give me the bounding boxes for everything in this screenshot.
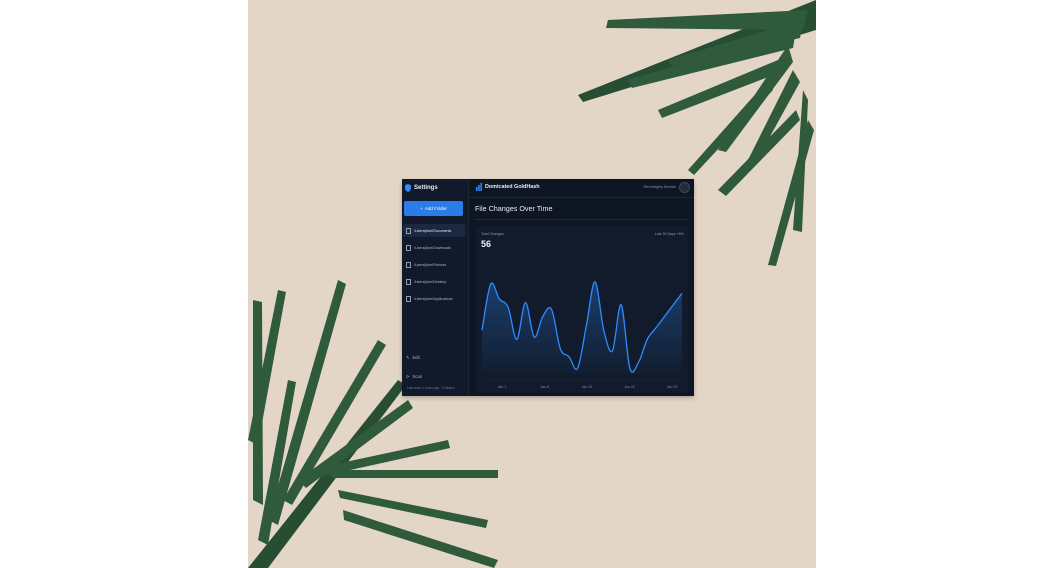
folder-item[interactable]: /Users/jdoe/Pictures	[403, 258, 465, 271]
app-name: Domicated GoldHash	[485, 184, 540, 190]
add-folder-label: Add Folder	[424, 206, 447, 211]
add-folder-button[interactable]: + Add Folder	[404, 201, 463, 216]
chart-card: Total Changes 56 Last 30 Days +8% Jan 1J…	[476, 226, 688, 393]
edit-label: Edit	[412, 354, 420, 360]
scan-button[interactable]: ⟳ Scan	[406, 372, 422, 380]
app-window: Settings + Add Folder /Users/jdoe/Docume…	[402, 179, 694, 396]
edit-button[interactable]: ✎ Edit	[406, 353, 420, 361]
folder-icon	[406, 295, 411, 302]
range-delta: +8%	[676, 232, 684, 236]
sidebar: Settings + Add Folder /Users/jdoe/Docume…	[402, 179, 469, 396]
x-tick-label: Jan 22	[624, 385, 635, 389]
pencil-icon: ✎	[406, 354, 410, 360]
scan-icon: ⟳	[406, 373, 410, 379]
folder-label: /Users/jdoe/Applications	[414, 296, 453, 301]
metric-label: Total Changes	[481, 232, 504, 236]
sidebar-header: Settings	[405, 182, 438, 194]
range-selector[interactable]: Last 30 Days +8%	[655, 232, 684, 236]
divider	[475, 219, 688, 220]
plus-icon: +	[420, 206, 423, 211]
line-chart: Jan 1 Jan 8 Jan 15 Jan 22 Jan 29	[481, 281, 683, 389]
top-bar: Domicated GoldHash File Integrity Monito…	[469, 179, 694, 198]
folder-icon	[406, 261, 411, 268]
folder-item[interactable]: /Users/jdoe/Documents	[403, 224, 465, 237]
x-tick-label: Jan 1	[498, 385, 507, 389]
folder-item[interactable]: /Users/jdoe/Desktop	[403, 275, 465, 288]
folder-label: /Users/jdoe/Documents	[414, 228, 452, 233]
folder-item[interactable]: /Users/jdoe/Applications	[403, 292, 465, 305]
folder-label: /Users/jdoe/Pictures	[414, 262, 447, 267]
chart-area-fill	[482, 281, 682, 374]
range-label: Last 30 Days	[654, 232, 676, 236]
x-tick-label: Jan 8	[540, 385, 549, 389]
folder-label: /Users/jdoe/Downloads	[414, 245, 451, 250]
folder-item[interactable]: /Users/jdoe/Downloads	[403, 241, 465, 254]
user-area[interactable]: File Integrity Monitor	[643, 181, 690, 193]
avatar[interactable]	[679, 181, 690, 193]
page-title: File Changes Over Time	[475, 204, 553, 213]
photo-backdrop: Settings + Add Folder /Users/jdoe/Docume…	[248, 0, 816, 568]
folder-icon	[406, 244, 411, 251]
x-tick-label: Jan 29	[667, 385, 678, 389]
folder-icon	[406, 227, 411, 234]
sidebar-title: Settings	[414, 185, 438, 191]
sidebar-footer: Last scan: 2 hours ago · 5 folders	[407, 386, 455, 390]
brand: Domicated GoldHash	[476, 181, 540, 193]
x-tick-label: Jan 15	[582, 385, 593, 389]
folder-icon	[406, 278, 411, 285]
user-status: File Integrity Monitor	[643, 185, 676, 189]
folder-label: /Users/jdoe/Desktop	[414, 279, 447, 284]
scan-label: Scan	[412, 373, 423, 379]
bar-chart-icon	[476, 183, 482, 191]
folder-list: /Users/jdoe/Documents /Users/jdoe/Downlo…	[403, 224, 465, 309]
shield-icon	[405, 184, 411, 192]
